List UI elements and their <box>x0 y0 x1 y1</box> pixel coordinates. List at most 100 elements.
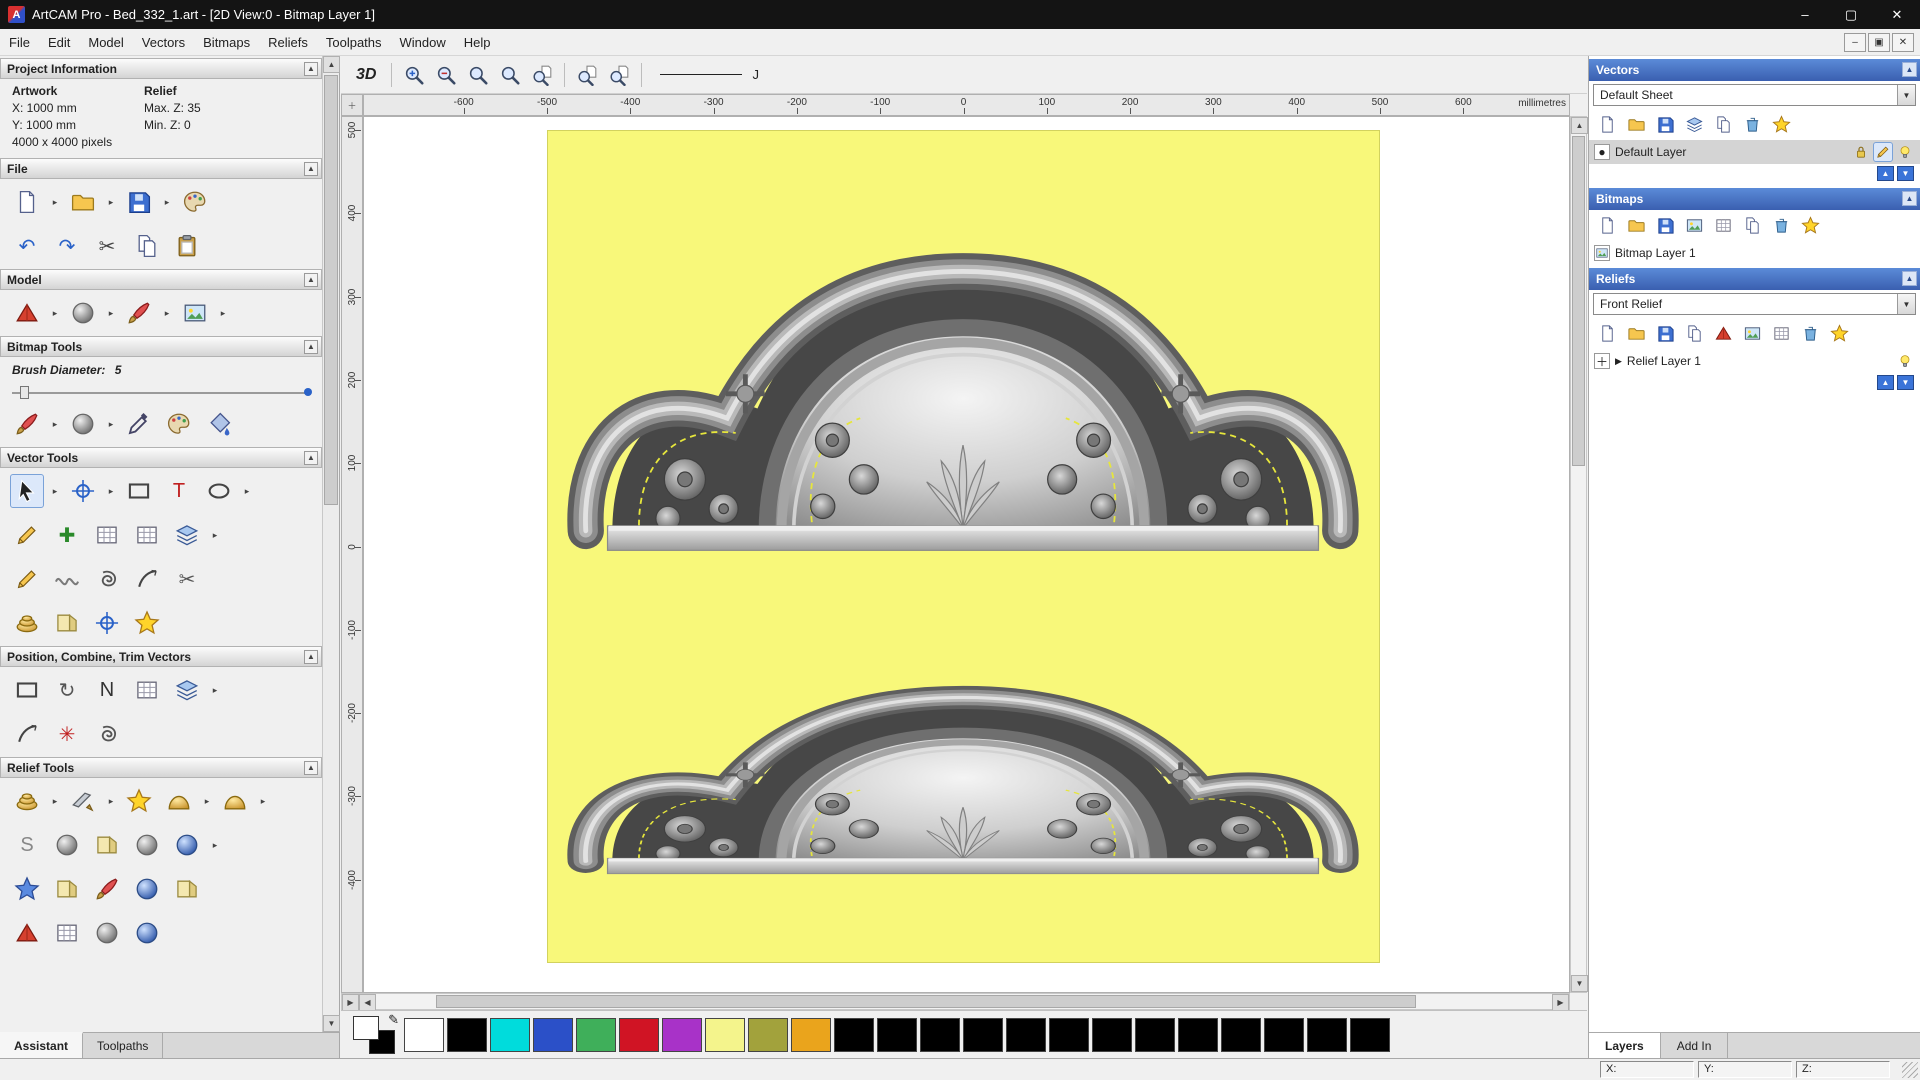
create-text-icon[interactable]: T <box>162 474 196 508</box>
bitmaps-header[interactable]: Bitmaps ▲ <box>1589 188 1920 210</box>
zoom-in-icon[interactable] <box>400 61 428 89</box>
knife-icon[interactable]: ✂ <box>170 562 204 596</box>
move-layer-up-button[interactable]: ▲ <box>1877 375 1894 390</box>
palette-swatch-1[interactable] <box>447 1017 487 1052</box>
zoom-fit-page-icon[interactable] <box>573 61 601 89</box>
extract-relief-icon[interactable] <box>170 872 204 906</box>
paint-relief-icon[interactable] <box>90 872 124 906</box>
palette-swatch-12[interactable] <box>920 1017 960 1052</box>
menu-model[interactable]: Model <box>79 31 132 54</box>
wrap-relief-icon[interactable] <box>170 828 204 862</box>
project-information-header[interactable]: Project Information ▲ <box>0 58 322 79</box>
move-layer-down-button[interactable]: ▼ <box>1897 166 1914 181</box>
freehand-polyline-icon[interactable] <box>10 518 44 552</box>
flyout-arrow-icon[interactable]: ▸ <box>242 474 252 508</box>
merge-bitmap-icon[interactable] <box>1740 213 1765 238</box>
flyout-arrow-icon[interactable]: ▸ <box>50 474 60 508</box>
delete-bitmap-layer-icon[interactable] <box>1769 213 1794 238</box>
merge-relief-icon[interactable] <box>218 784 252 818</box>
canvas-viewport[interactable] <box>363 116 1570 993</box>
new-vector-sheet-icon[interactable] <box>1595 112 1620 137</box>
unwrap-relief-icon[interactable] <box>50 872 84 906</box>
line-style-icon[interactable]: J <box>752 67 759 82</box>
menu-help[interactable]: Help <box>455 31 500 54</box>
palette-swatch-0[interactable] <box>404 1017 444 1052</box>
scroll-right-icon[interactable]: ▶ <box>1552 994 1569 1011</box>
flyout-arrow-icon[interactable]: ▸ <box>162 296 172 330</box>
reliefs-header[interactable]: Reliefs ▲ <box>1589 268 1920 290</box>
move-layer-down-button[interactable]: ▼ <box>1897 375 1914 390</box>
zoom-selection-icon[interactable] <box>528 61 556 89</box>
scroll-down-icon[interactable]: ▼ <box>1571 975 1588 992</box>
mesh-icon[interactable] <box>1769 321 1794 346</box>
brush-diameter-slider[interactable] <box>12 385 312 399</box>
relief-layer-row[interactable]: ＋ ▶ Relief Layer 1 <box>1589 349 1920 373</box>
layer-colour-swatch[interactable]: ● <box>1594 144 1610 160</box>
lock-layer-icon[interactable] <box>1851 142 1871 162</box>
vector-grid-icon[interactable] <box>130 518 164 552</box>
add-relief-icon[interactable] <box>162 784 196 818</box>
slider-thumb[interactable] <box>20 386 29 399</box>
vectors-header[interactable]: Vectors ▲ <box>1589 59 1920 81</box>
zoom-out-icon[interactable] <box>432 61 460 89</box>
mdi-minimize-button[interactable]: – <box>1844 32 1866 52</box>
triangle-mesh-icon[interactable] <box>1711 321 1736 346</box>
foreground-colour[interactable] <box>353 1015 379 1040</box>
palette-swatch-10[interactable] <box>834 1017 874 1052</box>
profile-tool-icon[interactable] <box>50 606 84 640</box>
relief-image-top[interactable] <box>564 247 1362 565</box>
flood-fill-icon[interactable] <box>202 407 236 441</box>
align-objects-icon[interactable] <box>10 673 44 707</box>
new-relief-layer-icon[interactable] <box>1595 321 1620 346</box>
flyout-arrow-icon[interactable]: ▸ <box>202 784 212 818</box>
flyout-arrow-icon[interactable]: ▸ <box>258 784 268 818</box>
scroll-left-icon[interactable]: ◀ <box>359 994 376 1011</box>
group-vectors-icon[interactable] <box>170 673 204 707</box>
scrollbar-thumb[interactable] <box>436 995 1416 1008</box>
vector-layer-row[interactable]: ● Default Layer <box>1589 140 1920 164</box>
palette-swatch-16[interactable] <box>1092 1017 1132 1052</box>
palette-swatch-9[interactable] <box>791 1017 831 1052</box>
primary-colour-swatch[interactable]: ✎ <box>353 1012 399 1054</box>
smooth-polyline-icon[interactable] <box>50 562 84 596</box>
model-preview-icon[interactable] <box>66 296 100 330</box>
relief-options-icon[interactable] <box>1827 321 1852 346</box>
scrollbar-track[interactable] <box>376 994 1552 1009</box>
redo-icon[interactable]: ↷ <box>50 229 84 263</box>
relief-preview-icon[interactable] <box>1740 321 1765 346</box>
palette-swatch-19[interactable] <box>1221 1017 1261 1052</box>
ruler-origin-button[interactable]: ＋ <box>341 94 363 116</box>
text-in-box-icon[interactable] <box>90 518 124 552</box>
import-vectors-icon[interactable] <box>1682 112 1707 137</box>
offset-vector-icon[interactable] <box>10 606 44 640</box>
horizontal-scrollbar[interactable]: ▶ ◀ ▶ <box>341 993 1570 1011</box>
sculpt-relief-icon[interactable] <box>122 784 156 818</box>
palette-swatch-3[interactable] <box>533 1017 573 1052</box>
menu-reliefs[interactable]: Reliefs <box>259 31 317 54</box>
blue-relief-icon[interactable] <box>130 916 164 950</box>
new-bitmap-layer-icon[interactable] <box>1595 213 1620 238</box>
bitmap-layer-row[interactable]: Bitmap Layer 1 <box>1589 241 1920 265</box>
toggle-visibility-icon[interactable] <box>1895 351 1915 371</box>
model-wizard-icon[interactable] <box>178 185 212 219</box>
paste-array-icon[interactable] <box>130 673 164 707</box>
cut-icon[interactable]: ✂ <box>90 229 124 263</box>
flyout-arrow-icon[interactable]: ▸ <box>106 185 116 219</box>
rotate-array-icon[interactable]: ↻ <box>50 673 84 707</box>
spline-fit-icon[interactable] <box>90 562 124 596</box>
export-vectors-icon[interactable] <box>1711 112 1736 137</box>
minimize-button[interactable]: – <box>1782 0 1828 29</box>
zoom-fit-drawing-icon[interactable] <box>605 61 633 89</box>
zoom-1to1-icon[interactable] <box>496 61 524 89</box>
menu-vectors[interactable]: Vectors <box>133 31 194 54</box>
chevron-down-icon[interactable]: ▼ <box>1897 294 1915 314</box>
chevron-down-icon[interactable]: ▼ <box>1897 85 1915 105</box>
mesh-relief-icon[interactable] <box>50 916 84 950</box>
toggle-visibility-icon[interactable] <box>1895 142 1915 162</box>
select-vectors-icon[interactable] <box>10 474 44 508</box>
mdi-close-button[interactable]: ✕ <box>1892 32 1914 52</box>
shape-editor-icon[interactable]: S <box>10 828 44 862</box>
scrollbar-thumb[interactable] <box>324 75 338 505</box>
collapse-icon[interactable]: ▲ <box>304 650 318 664</box>
palette-swatch-7[interactable] <box>705 1017 745 1052</box>
